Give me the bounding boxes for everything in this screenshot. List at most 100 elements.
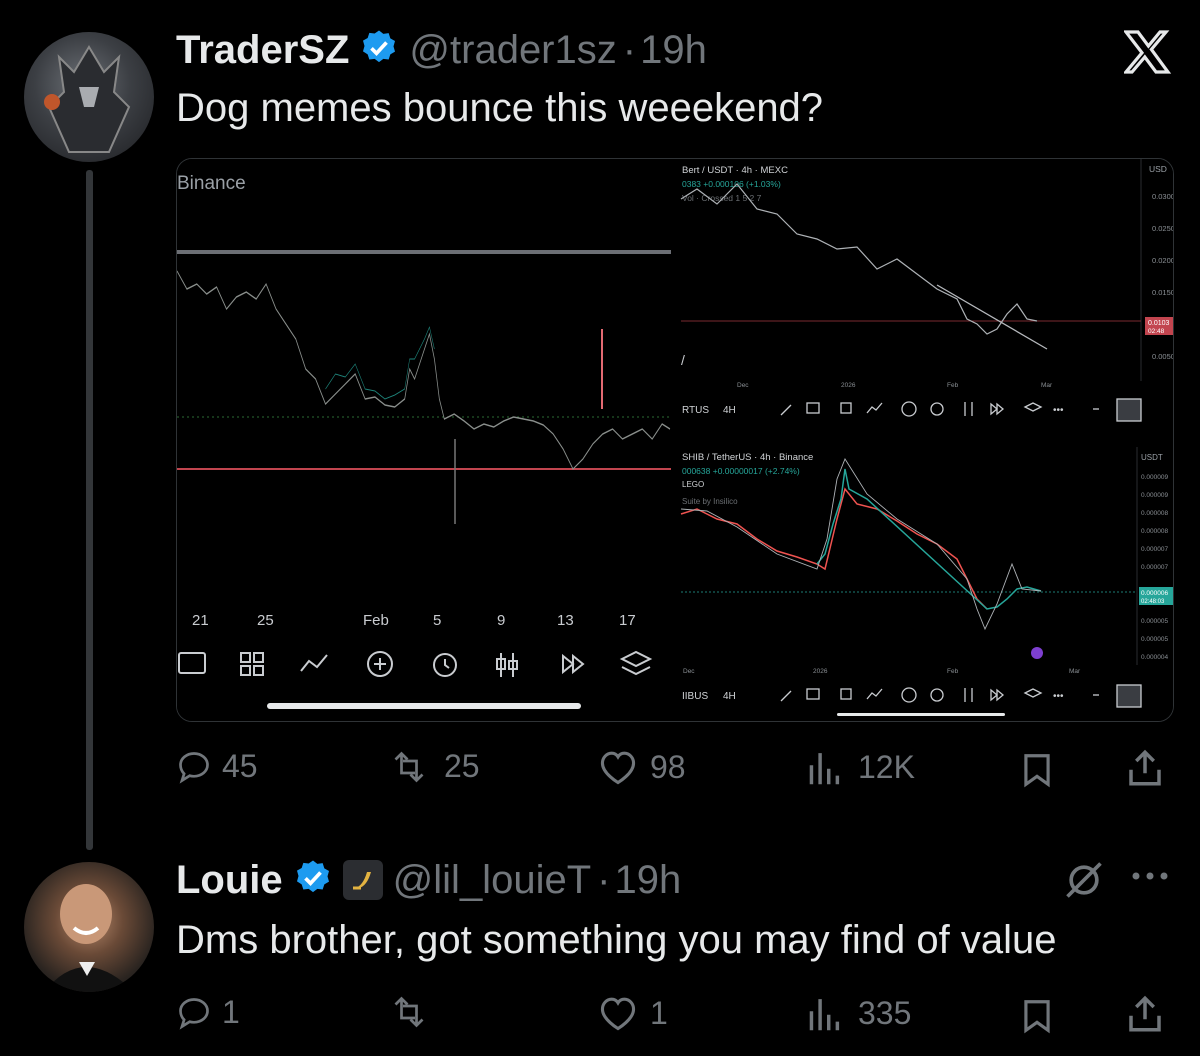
verified-badge-icon — [293, 858, 333, 903]
reply-author-name[interactable]: Louie — [176, 858, 283, 903]
reply-author-avatar[interactable] — [24, 862, 154, 992]
reply-like-button[interactable]: 1 — [596, 994, 668, 1032]
reply-repost-button[interactable] — [384, 994, 444, 1030]
top-right-chart-y-tick: 0.0300 — [1152, 192, 1173, 201]
reply-icon — [176, 749, 212, 785]
top-right-more-icon: ••• — [1053, 405, 1064, 416]
author-handle[interactable]: @trader1sz — [409, 28, 616, 73]
heart-icon — [596, 748, 640, 786]
views-icon — [806, 994, 848, 1032]
reply-like-count: 1 — [650, 994, 668, 1031]
left-chart-x-tick: Feb — [363, 612, 389, 629]
repost-button[interactable]: 25 — [384, 748, 480, 785]
top-right-toolbar-symbol: RTUS — [682, 405, 709, 416]
bottom-right-chart-y-tick: 0.000008 — [1141, 510, 1168, 517]
reply-reply-button[interactable]: 1 — [176, 994, 240, 1031]
left-chart-x-tick: 21 — [192, 612, 209, 629]
views-button[interactable]: 12K — [806, 748, 915, 786]
bottom-right-chart-symbol: SHIB / TetherUS · 4h · Binance — [682, 452, 813, 463]
reply-icon — [176, 995, 212, 1031]
top-right-chart-x-tick: 2026 — [841, 382, 856, 389]
bottom-right-chart-indicator: Suite by Insilico — [682, 497, 738, 506]
repost-icon — [384, 749, 434, 785]
reply-views-count: 335 — [858, 994, 912, 1031]
tweet-text: Dog memes bounce this weeekend? — [176, 86, 824, 130]
top-right-chart-x-tick: Mar — [1041, 382, 1053, 389]
left-chart-x-tick: 5 — [433, 612, 441, 629]
heart-icon — [596, 994, 640, 1032]
bottom-right-price-tag-value: 0.000006 — [1141, 590, 1168, 597]
top-right-chart-y-tick: 0.0050 — [1152, 352, 1173, 361]
top-right-price-tag-time: 02:48 — [1148, 328, 1165, 335]
reply-bookmark-button[interactable] — [1018, 996, 1056, 1041]
bookmark-button[interactable] — [1018, 750, 1056, 795]
author-avatar[interactable] — [24, 32, 154, 162]
bottom-right-chart-x-tick: Dec — [683, 668, 695, 675]
views-icon — [806, 748, 848, 786]
tweet-media-image[interactable]: Binance 21 25 Feb 5 9 13 17 Bert / USDT … — [176, 158, 1174, 722]
bottom-right-chart-quote: 000638 +0.00000017 (+2.74%) — [682, 466, 800, 476]
bottom-right-chart-y-tick: 0.000005 — [1141, 636, 1168, 643]
reply-header: Louie @lil_louieT · 19h — [176, 856, 681, 904]
like-button[interactable]: 98 — [596, 748, 686, 786]
top-right-price-tag-value: 0.0103 — [1148, 320, 1170, 327]
top-right-chart-quote: 0383 +0.000106 (+1.03%) — [682, 179, 781, 189]
reply-share-button[interactable] — [1124, 992, 1166, 1041]
repost-count: 25 — [444, 748, 480, 784]
man-smiling-avatar-image — [44, 884, 134, 992]
reply-text: Dms brother, got something you may find … — [176, 918, 1057, 962]
grok-icon[interactable] — [1062, 858, 1106, 907]
bottom-right-more-icon: ••• — [1053, 691, 1064, 702]
left-home-indicator — [267, 703, 581, 709]
armored-figure-avatar-image — [44, 45, 131, 153]
affiliate-badge-icon[interactable] — [342, 860, 383, 900]
time-separator: · — [597, 857, 611, 902]
repost-icon — [384, 994, 434, 1030]
reply-views-button[interactable]: 335 — [806, 994, 911, 1032]
top-right-chart-y-tick: 0.0200 — [1152, 256, 1173, 265]
tweet-time[interactable]: 19h — [640, 28, 707, 73]
time-separator: · — [622, 27, 637, 72]
bottom-right-toolbar-symbol: IIBUS — [682, 691, 708, 702]
top-right-chart-marker: / — [681, 352, 685, 368]
bookmark-icon — [1024, 1000, 1050, 1034]
bottom-right-chart-y-tick: 0.000009 — [1141, 492, 1168, 499]
left-chart-x-tick: 13 — [557, 612, 574, 629]
share-icon — [1129, 749, 1161, 786]
reply-reply-count: 1 — [222, 994, 240, 1030]
top-right-chart-symbol: Bert / USDT · 4h · MEXC — [682, 165, 788, 176]
reply-time[interactable]: 19h — [614, 858, 681, 903]
reply-author-handle[interactable]: @lil_louieT — [393, 858, 591, 903]
bottom-right-marker — [1031, 647, 1043, 659]
bottom-right-chart-y-tick: 0.000007 — [1141, 546, 1168, 553]
top-right-toolbar-interval: 4H — [723, 405, 736, 416]
top-right-chart-axis-unit: USD — [1149, 164, 1167, 174]
bottom-right-chart-panel — [681, 443, 1173, 721]
bottom-right-chart-axis-unit: USDT — [1141, 453, 1163, 462]
bottom-right-chart-x-tick: Feb — [947, 668, 959, 675]
reply-button[interactable]: 45 — [176, 748, 258, 785]
bottom-right-chart-x-tick: Mar — [1069, 668, 1081, 675]
bottom-right-chart-y-tick: 0.000008 — [1141, 528, 1168, 535]
share-button[interactable] — [1124, 746, 1166, 795]
left-chart-panel — [177, 159, 675, 721]
bottom-right-chart-x-tick: 2026 — [813, 668, 828, 675]
top-right-chart-y-tick: 0.0150 — [1152, 288, 1173, 297]
x-logo-icon[interactable] — [1122, 30, 1172, 79]
bottom-right-toolbar-interval: 4H — [723, 691, 736, 702]
top-right-chart-y-tick: 0.0250 — [1152, 224, 1173, 233]
bottom-right-chart-y-tick: 0.000005 — [1141, 618, 1168, 625]
top-right-chart-x-tick: Feb — [947, 382, 959, 389]
bottom-right-chart-y-tick: 0.000004 — [1141, 654, 1168, 661]
more-options-icon[interactable] — [1130, 866, 1170, 891]
bottom-right-chart-label: LEGO — [682, 480, 704, 489]
right-home-indicator — [837, 713, 1005, 716]
tweet-header: TraderSZ @trader1sz · 19h — [176, 26, 707, 74]
author-name[interactable]: TraderSZ — [176, 28, 349, 73]
fullscreen-icon — [1116, 398, 1142, 422]
top-right-chart-indicator: Vol · Crossed 1 5 2 7 — [682, 193, 762, 203]
like-count: 98 — [650, 748, 686, 785]
bookmark-icon — [1024, 754, 1050, 788]
fullscreen-icon — [1116, 684, 1142, 708]
trading-charts-image: Binance 21 25 Feb 5 9 13 17 Bert / USDT … — [177, 159, 1173, 721]
